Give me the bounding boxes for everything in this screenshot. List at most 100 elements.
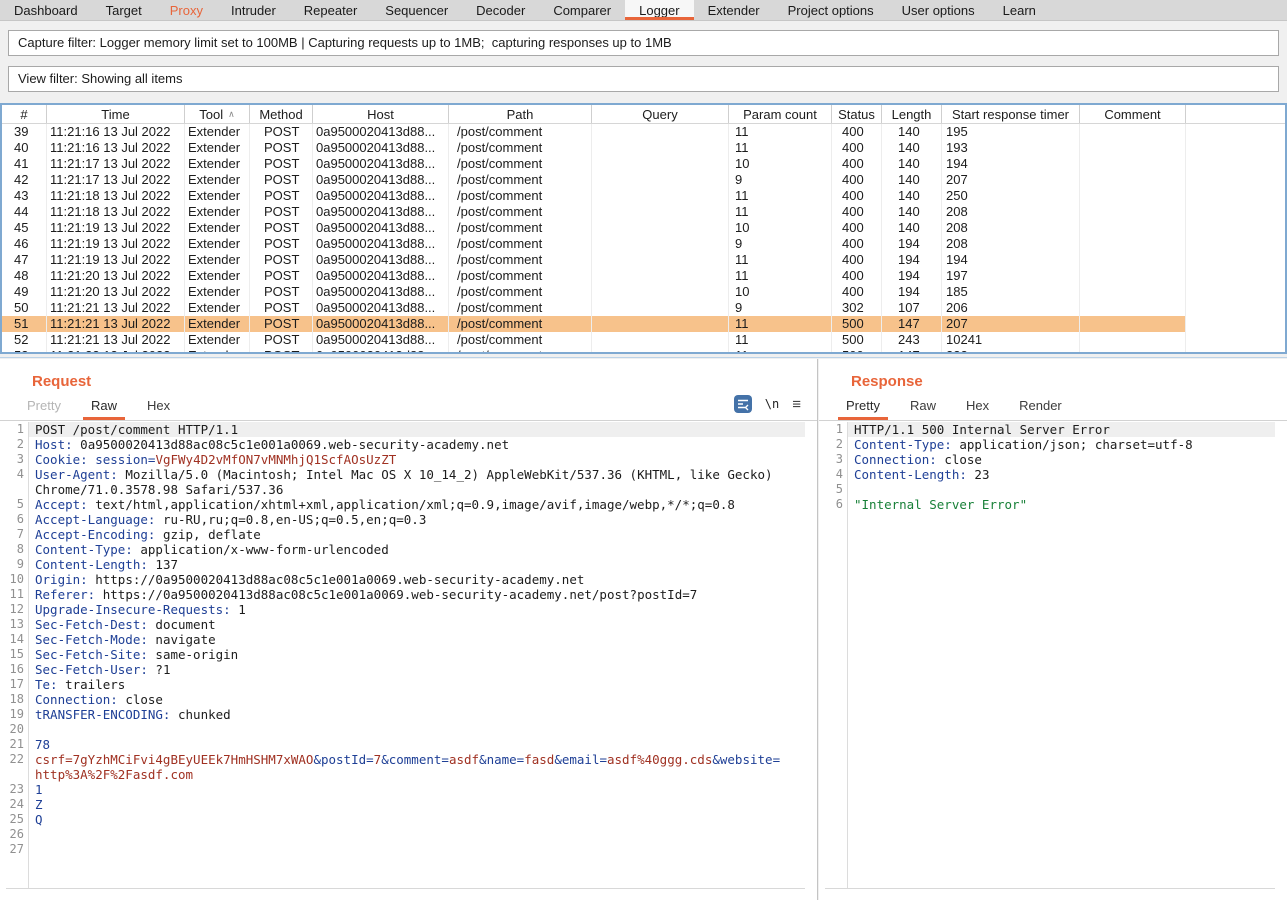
table-row[interactable]: 4311:21:18 13 Jul 2022ExtenderPOST0a9500… <box>2 188 1285 204</box>
table-row[interactable]: 4411:21:18 13 Jul 2022ExtenderPOST0a9500… <box>2 204 1285 220</box>
top-tab-intruder[interactable]: Intruder <box>217 0 290 20</box>
code-line: 6Accept-Language: ru-RU,ru;q=0.8,en-US;q… <box>6 512 805 527</box>
column-header-status[interactable]: Status <box>832 105 882 123</box>
top-tab-project-options[interactable]: Project options <box>774 0 888 20</box>
cell-method: POST <box>250 300 313 316</box>
top-tab-decoder[interactable]: Decoder <box>462 0 539 20</box>
cell-host: 0a9500020413d88... <box>313 252 449 268</box>
cell-param-count: 11 <box>729 124 832 140</box>
code-line: 17Te: trailers <box>6 677 805 692</box>
request-tab-hex[interactable]: Hex <box>139 398 178 420</box>
cell-comment <box>1080 284 1186 300</box>
cell-status: 400 <box>832 268 882 284</box>
top-tab-target[interactable]: Target <box>92 0 156 20</box>
request-tab-pretty[interactable]: Pretty <box>19 398 69 420</box>
column-header-time[interactable]: Time <box>47 105 185 123</box>
table-row[interactable]: 4911:21:20 13 Jul 2022ExtenderPOST0a9500… <box>2 284 1285 300</box>
column-header-param-count[interactable]: Param count <box>729 105 832 123</box>
cell-start-response-timer: 208 <box>942 220 1080 236</box>
column-header-length[interactable]: Length <box>882 105 942 123</box>
cell-param-count: 9 <box>729 172 832 188</box>
editor-menu-icon[interactable]: ≡ <box>792 396 801 413</box>
top-tab-extender[interactable]: Extender <box>694 0 774 20</box>
cell-status: 400 <box>832 236 882 252</box>
cell-status: 500 <box>832 332 882 348</box>
response-tab-raw[interactable]: Raw <box>902 398 944 420</box>
line-number: 3 <box>825 452 847 467</box>
code-line: http%3A%2F%2Fasdf.com <box>6 767 805 782</box>
line-number: 25 <box>6 812 28 827</box>
cell-host: 0a9500020413d88... <box>313 124 449 140</box>
cell--: 42 <box>2 172 47 188</box>
capture-filter-bar[interactable]: Capture filter: Logger memory limit set … <box>8 30 1279 56</box>
table-row[interactable]: 4811:21:20 13 Jul 2022ExtenderPOST0a9500… <box>2 268 1285 284</box>
top-tab-logger[interactable]: Logger <box>625 0 693 20</box>
table-row[interactable]: 5111:21:21 13 Jul 2022ExtenderPOST0a9500… <box>2 316 1285 332</box>
table-row[interactable]: 5011:21:21 13 Jul 2022ExtenderPOST0a9500… <box>2 300 1285 316</box>
cell-start-response-timer: 208 <box>942 236 1080 252</box>
response-tab-render[interactable]: Render <box>1011 398 1070 420</box>
column-header-start-response-timer[interactable]: Start response timer <box>942 105 1080 123</box>
table-row[interactable]: 4211:21:17 13 Jul 2022ExtenderPOST0a9500… <box>2 172 1285 188</box>
view-filter-bar[interactable]: View filter: Showing all items <box>8 66 1279 92</box>
cell-method: POST <box>250 348 313 352</box>
cell-tool: Extender <box>185 236 250 252</box>
cell-param-count: 11 <box>729 348 832 352</box>
column-header-host[interactable]: Host <box>313 105 449 123</box>
request-panel: Request PrettyRawHex \n ≡ 1POST /post/co… <box>0 359 818 900</box>
top-tab-learn[interactable]: Learn <box>989 0 1050 20</box>
code-line: 5 <box>825 482 1275 497</box>
cell-path: /post/comment <box>449 316 592 332</box>
cell-host: 0a9500020413d88... <box>313 204 449 220</box>
cell-status: 400 <box>832 204 882 220</box>
code-line: 18Connection: close <box>6 692 805 707</box>
cell-time: 11:21:19 13 Jul 2022 <box>47 220 185 236</box>
request-toolbar: \n ≡ <box>734 395 801 413</box>
cell-start-response-timer: 185 <box>942 284 1080 300</box>
top-tab-user-options[interactable]: User options <box>888 0 989 20</box>
top-tab-repeater[interactable]: Repeater <box>290 0 371 20</box>
splitter[interactable] <box>0 357 1287 358</box>
table-row[interactable]: 4011:21:16 13 Jul 2022ExtenderPOST0a9500… <box>2 140 1285 156</box>
response-tab-hex[interactable]: Hex <box>958 398 997 420</box>
top-tab-dashboard[interactable]: Dashboard <box>0 0 92 20</box>
table-row[interactable]: 3911:21:16 13 Jul 2022ExtenderPOST0a9500… <box>2 124 1285 140</box>
table-row[interactable]: 4711:21:19 13 Jul 2022ExtenderPOST0a9500… <box>2 252 1285 268</box>
cell-comment <box>1080 332 1186 348</box>
cell-length: 194 <box>882 268 942 284</box>
cell-method: POST <box>250 140 313 156</box>
response-tab-pretty[interactable]: Pretty <box>838 398 888 420</box>
cell-start-response-timer: 197 <box>942 268 1080 284</box>
request-tab-raw[interactable]: Raw <box>83 398 125 420</box>
cell-query <box>592 252 729 268</box>
code-line: 5Accept: text/html,application/xhtml+xml… <box>6 497 805 512</box>
table-row[interactable]: 4611:21:19 13 Jul 2022ExtenderPOST0a9500… <box>2 236 1285 252</box>
column-header-method[interactable]: Method <box>250 105 313 123</box>
cell-param-count: 11 <box>729 252 832 268</box>
request-editor[interactable]: 1POST /post/comment HTTP/1.12Host: 0a950… <box>6 422 805 889</box>
column-header-tool[interactable]: Tool∧ <box>185 105 250 123</box>
cell-time: 11:21:20 13 Jul 2022 <box>47 268 185 284</box>
column-header-path[interactable]: Path <box>449 105 592 123</box>
column-header-comment[interactable]: Comment <box>1080 105 1186 123</box>
top-tab-comparer[interactable]: Comparer <box>539 0 625 20</box>
column-header-query[interactable]: Query <box>592 105 729 123</box>
cell-query <box>592 300 729 316</box>
table-row[interactable]: 5211:21:21 13 Jul 2022ExtenderPOST0a9500… <box>2 332 1285 348</box>
code-line: 2Host: 0a9500020413d88ac08c5c1e001a0069.… <box>6 437 805 452</box>
cell-host: 0a9500020413d88... <box>313 316 449 332</box>
column-header--[interactable]: # <box>2 105 47 123</box>
cell-start-response-timer: 206 <box>942 300 1080 316</box>
table-row[interactable]: 4511:21:19 13 Jul 2022ExtenderPOST0a9500… <box>2 220 1285 236</box>
code-line: 19tRANSFER-ENCODING: chunked <box>6 707 805 722</box>
code-line: 3Connection: close <box>825 452 1275 467</box>
cell-comment <box>1080 124 1186 140</box>
top-tab-proxy[interactable]: Proxy <box>156 0 217 20</box>
top-tab-sequencer[interactable]: Sequencer <box>371 0 462 20</box>
response-editor[interactable]: 1HTTP/1.1 500 Internal Server Error2Cont… <box>825 422 1275 889</box>
table-row[interactable]: 4111:21:17 13 Jul 2022ExtenderPOST0a9500… <box>2 156 1285 172</box>
newline-toggle-icon[interactable]: \n <box>765 397 779 411</box>
pretty-print-icon[interactable] <box>734 395 752 413</box>
table-row[interactable]: 5311:21:22 13 Jul 2022ExtenderPOST0a9500… <box>2 348 1285 352</box>
cell--: 44 <box>2 204 47 220</box>
